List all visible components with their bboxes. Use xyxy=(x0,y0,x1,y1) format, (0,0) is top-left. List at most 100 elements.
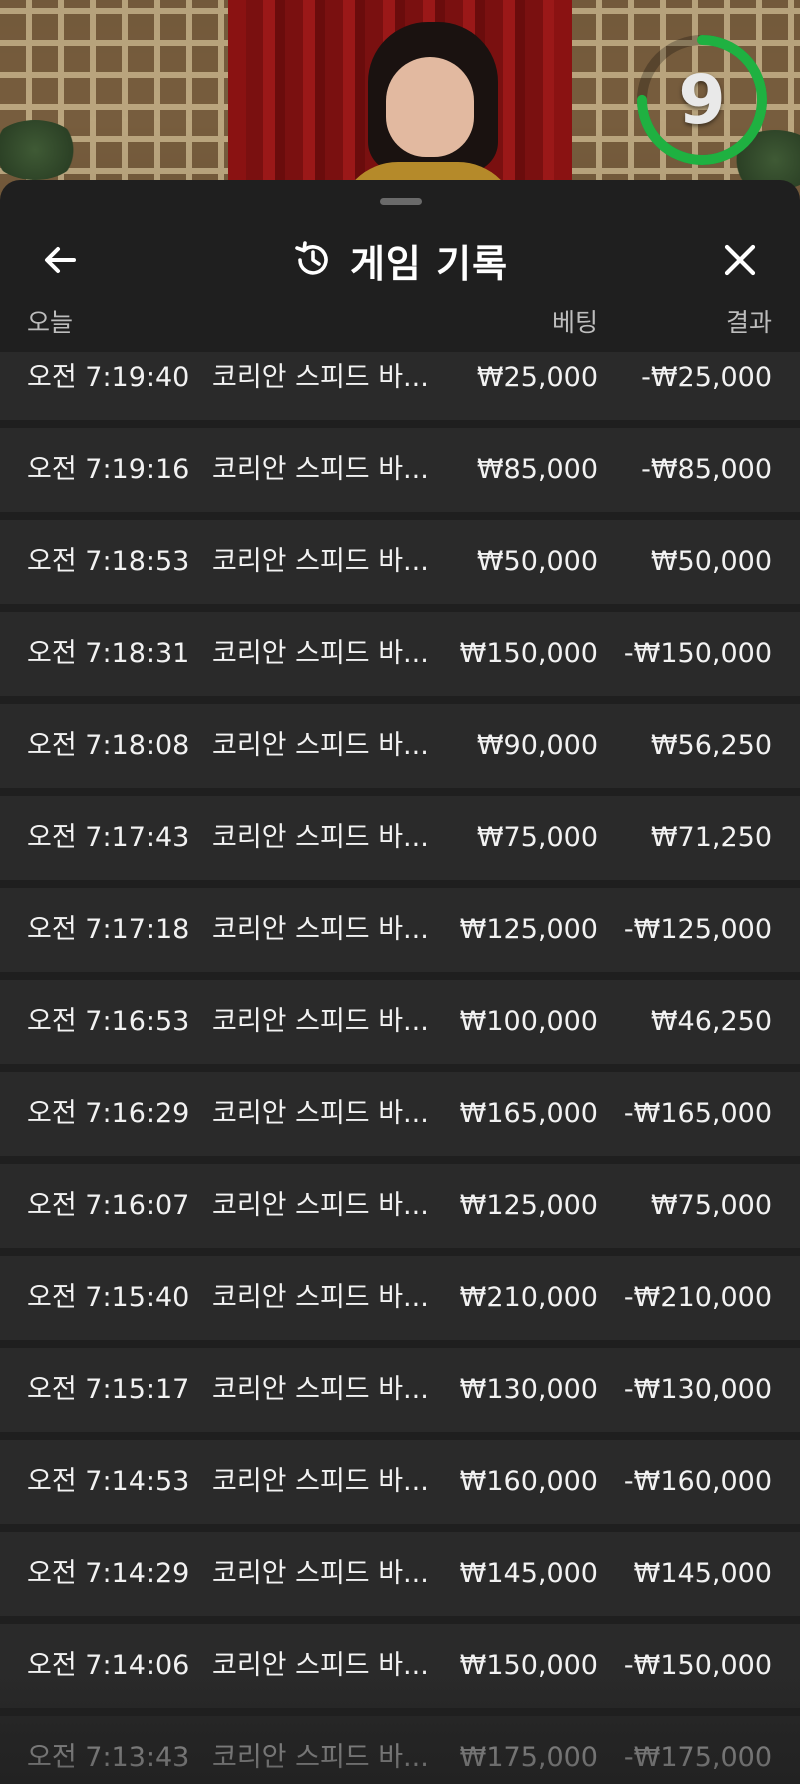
row-game: 코리안 스피드 바... xyxy=(212,1282,429,1313)
countdown-value: 9 xyxy=(678,60,726,140)
row-result: -₩85,000 xyxy=(641,454,772,485)
history-list[interactable]: 오전 7:19:40 코리안 스피드 바... ₩25,000 -₩25,000 오전 … xyxy=(0,352,800,1784)
row-time: 오전 7:18:08 xyxy=(27,730,190,761)
history-row[interactable]: 오전 7:19:16 코리안 스피드 바... ₩85,000 -₩85,000 xyxy=(0,428,800,512)
history-row[interactable]: 오전 7:19:40 코리안 스피드 바... ₩25,000 -₩25,000 xyxy=(0,352,800,420)
close-icon xyxy=(724,244,756,276)
row-result: -₩125,000 xyxy=(623,914,772,945)
row-result: -₩150,000 xyxy=(623,1650,772,1681)
game-history-sheet: 게임 기록 오늘 베팅 결과 오전 7:19:40 코리안 스피드 바... ₩25… xyxy=(0,180,800,1784)
row-time: 오전 7:18:53 xyxy=(27,546,190,577)
dealer xyxy=(338,22,518,200)
history-row[interactable]: 오전 7:17:43 코리안 스피드 바... ₩75,000 ₩71,250 xyxy=(0,796,800,880)
row-bet: ₩145,000 xyxy=(459,1558,598,1589)
row-game: 코리안 스피드 바... xyxy=(212,1190,429,1221)
row-game: 코리안 스피드 바... xyxy=(212,546,429,577)
row-bet: ₩90,000 xyxy=(476,730,598,761)
pillar xyxy=(228,0,246,200)
row-game: 코리안 스피드 바... xyxy=(212,1466,429,1497)
row-bet: ₩165,000 xyxy=(459,1098,598,1129)
row-bet: ₩130,000 xyxy=(459,1374,598,1405)
row-result: ₩56,250 xyxy=(650,730,772,761)
row-game: 코리안 스피드 바... xyxy=(212,1742,429,1773)
column-date: 오늘 xyxy=(27,308,74,337)
row-bet: ₩160,000 xyxy=(459,1466,598,1497)
column-bet: 베팅 xyxy=(551,308,598,337)
row-bet: ₩175,000 xyxy=(459,1742,598,1773)
live-video: 9 xyxy=(0,0,800,200)
history-row[interactable]: 오전 7:16:53 코리안 스피드 바... ₩100,000 ₩46,250 xyxy=(0,980,800,1064)
row-result: ₩75,000 xyxy=(650,1190,772,1221)
row-time: 오전 7:15:17 xyxy=(27,1374,190,1405)
row-result: ₩145,000 xyxy=(633,1558,772,1589)
row-result: -₩130,000 xyxy=(623,1374,772,1405)
history-row[interactable]: 오전 7:16:07 코리안 스피드 바... ₩125,000 ₩75,000 xyxy=(0,1164,800,1248)
row-result: -₩160,000 xyxy=(623,1466,772,1497)
history-row[interactable]: 오전 7:17:18 코리안 스피드 바... ₩125,000 -₩125,000 xyxy=(0,888,800,972)
sheet-header: 게임 기록 xyxy=(0,210,800,310)
row-game: 코리안 스피드 바... xyxy=(212,822,429,853)
countdown-timer: 9 xyxy=(632,30,772,170)
row-time: 오전 7:17:18 xyxy=(27,914,190,945)
row-bet: ₩150,000 xyxy=(459,1650,598,1681)
sheet-grabber[interactable] xyxy=(380,198,422,205)
row-time: 오전 7:17:43 xyxy=(27,822,190,853)
row-game: 코리안 스피드 바... xyxy=(212,1558,429,1589)
history-row[interactable]: 오전 7:15:17 코리안 스피드 바... ₩130,000 -₩130,000 xyxy=(0,1348,800,1432)
row-time: 오전 7:19:16 xyxy=(27,454,190,485)
row-time: 오전 7:13:43 xyxy=(27,1742,190,1773)
row-game: 코리안 스피드 바... xyxy=(212,914,429,945)
row-result: -₩175,000 xyxy=(623,1742,772,1773)
row-bet: ₩125,000 xyxy=(459,914,598,945)
history-row[interactable]: 오전 7:18:53 코리안 스피드 바... ₩50,000 ₩50,000 xyxy=(0,520,800,604)
row-result: ₩50,000 xyxy=(650,546,772,577)
history-row[interactable]: 오전 7:14:29 코리안 스피드 바... ₩145,000 ₩145,000 xyxy=(0,1532,800,1616)
arrow-left-icon xyxy=(45,247,76,273)
row-game: 코리안 스피드 바... xyxy=(212,1650,429,1681)
row-bet: ₩75,000 xyxy=(476,822,598,853)
row-time: 오전 7:19:40 xyxy=(27,362,190,393)
row-time: 오전 7:14:29 xyxy=(27,1558,190,1589)
page-title: 게임 기록 xyxy=(349,241,509,286)
row-game: 코리안 스피드 바... xyxy=(212,638,429,669)
history-row[interactable]: 오전 7:14:06 코리안 스피드 바... ₩150,000 -₩150,000 xyxy=(0,1624,800,1708)
row-game: 코리안 스피드 바... xyxy=(212,454,429,485)
back-button[interactable] xyxy=(30,230,90,290)
history-row[interactable]: 오전 7:14:53 코리안 스피드 바... ₩160,000 -₩160,000 xyxy=(0,1440,800,1524)
row-bet: ₩210,000 xyxy=(459,1282,598,1313)
row-time: 오전 7:16:07 xyxy=(27,1190,190,1221)
row-time: 오전 7:18:31 xyxy=(27,638,190,669)
row-time: 오전 7:14:53 xyxy=(27,1466,190,1497)
row-result: -₩25,000 xyxy=(641,362,772,393)
row-bet: ₩150,000 xyxy=(459,638,598,669)
close-button[interactable] xyxy=(710,230,770,290)
history-row[interactable]: 오전 7:15:40 코리안 스피드 바... ₩210,000 -₩210,000 xyxy=(0,1256,800,1340)
sheet-title-group: 게임 기록 xyxy=(0,230,800,290)
row-result: ₩71,250 xyxy=(650,822,772,853)
row-bet: ₩50,000 xyxy=(476,546,598,577)
row-bet: ₩25,000 xyxy=(476,362,598,393)
history-row[interactable]: 오전 7:13:43 코리안 스피드 바... ₩175,000 -₩175,000 xyxy=(0,1716,800,1784)
row-time: 오전 7:15:40 xyxy=(27,1282,190,1313)
row-game: 코리안 스피드 바... xyxy=(212,362,429,393)
row-game: 코리안 스피드 바... xyxy=(212,1374,429,1405)
pillar xyxy=(554,0,572,200)
row-result: ₩46,250 xyxy=(650,1006,772,1037)
history-icon xyxy=(295,241,328,275)
row-time: 오전 7:16:53 xyxy=(27,1006,190,1037)
history-row[interactable]: 오전 7:18:08 코리안 스피드 바... ₩90,000 ₩56,250 xyxy=(0,704,800,788)
row-result: -₩165,000 xyxy=(623,1098,772,1129)
column-headers: 오늘 베팅 결과 xyxy=(0,303,800,339)
history-row[interactable]: 오전 7:18:31 코리안 스피드 바... ₩150,000 -₩150,000 xyxy=(0,612,800,696)
column-result: 결과 xyxy=(725,308,772,337)
row-result: -₩150,000 xyxy=(623,638,772,669)
row-result: -₩210,000 xyxy=(623,1282,772,1313)
row-game: 코리안 스피드 바... xyxy=(212,730,429,761)
row-time: 오전 7:16:29 xyxy=(27,1098,190,1129)
row-bet: ₩85,000 xyxy=(476,454,598,485)
history-row[interactable]: 오전 7:16:29 코리안 스피드 바... ₩165,000 -₩165,000 xyxy=(0,1072,800,1156)
row-game: 코리안 스피드 바... xyxy=(212,1098,429,1129)
row-bet: ₩100,000 xyxy=(459,1006,598,1037)
row-bet: ₩125,000 xyxy=(459,1190,598,1221)
row-time: 오전 7:14:06 xyxy=(27,1650,190,1681)
